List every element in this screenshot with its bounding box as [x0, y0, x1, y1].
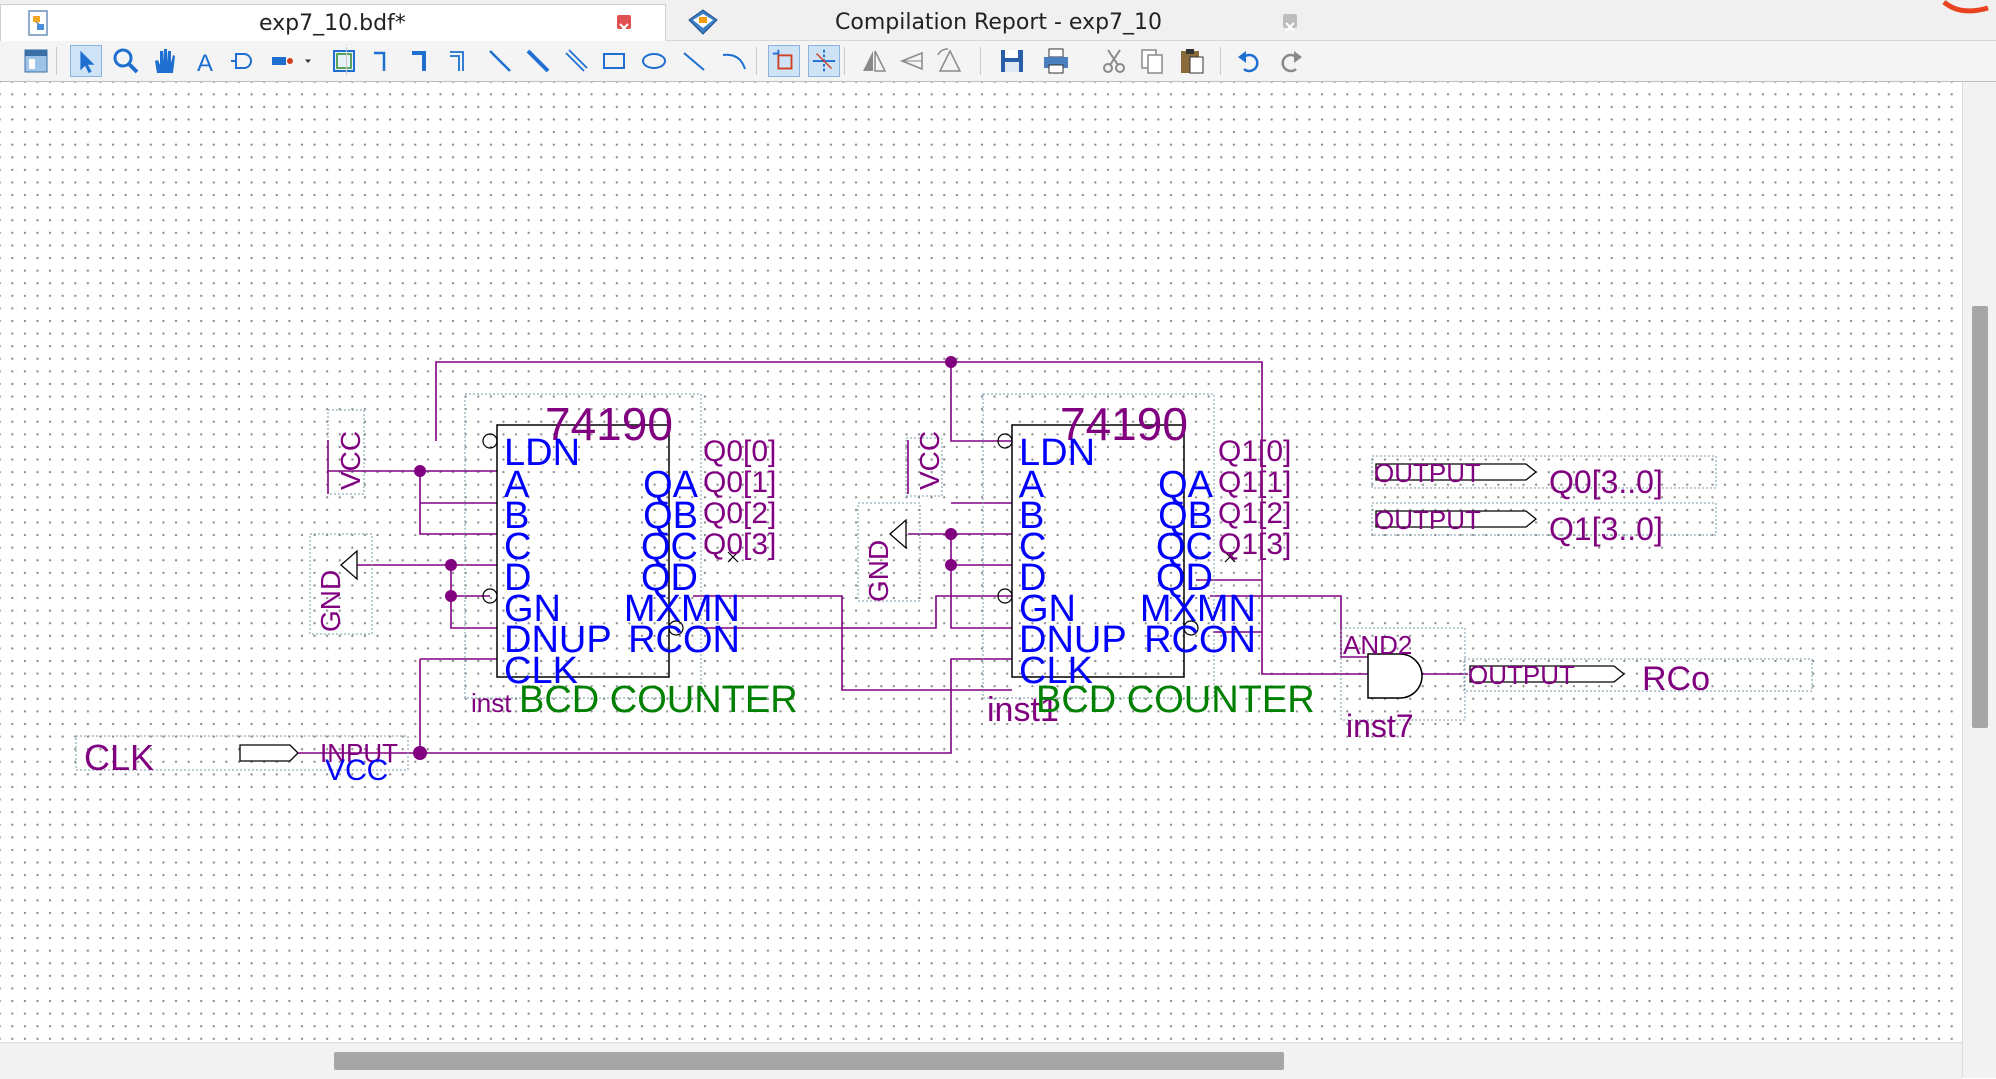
left-pins: LDN A B C D GN DNUP CLK — [1019, 432, 1127, 692]
tab-compilation-report[interactable]: Compilation Report - exp7_10 — [665, 4, 1327, 40]
toolbar-separator — [346, 47, 347, 75]
rotate-icon[interactable] — [934, 45, 966, 77]
line-tool-icon[interactable] — [678, 45, 710, 77]
schematic-drawing: 74190 LDN A B C D GN DNUP CLK QA QB QC Q… — [75, 356, 1813, 787]
left-pins: LDN A B C D GN DNUP CLK — [504, 432, 612, 692]
tab-exp7-bdf[interactable]: exp7_10.bdf* — [0, 4, 666, 41]
toolbar-separator — [844, 47, 845, 75]
horizontal-scrollbar[interactable] — [0, 1042, 1962, 1079]
save-icon[interactable] — [996, 45, 1028, 77]
vcc-label: VCC — [914, 431, 945, 490]
toolbar-separator — [56, 47, 57, 75]
output-pin-q1[interactable]: OUTPUT Q1[3..0] — [1371, 502, 1717, 547]
pin-tool-icon[interactable] — [266, 45, 298, 77]
orthogonal-conduit-tool-icon[interactable] — [444, 45, 476, 77]
text-tool-icon[interactable]: A — [190, 45, 222, 77]
gnd-symbol-left[interactable]: GND — [309, 533, 373, 635]
block-tool-icon[interactable] — [328, 45, 360, 77]
bcd-counter-inst[interactable]: 74190 LDN A B C D GN DNUP CLK QA QB QC Q… — [464, 393, 798, 721]
svg-text:A: A — [197, 50, 213, 77]
oval-tool-icon[interactable] — [638, 45, 670, 77]
toolbar-separator — [1220, 47, 1221, 75]
net-label: Q1[2] — [1218, 497, 1291, 530]
vcc-label: VCC — [335, 431, 366, 490]
redo-icon[interactable] — [1274, 45, 1306, 77]
vcc-symbol-left[interactable]: VCC — [327, 409, 420, 495]
vertical-scroll-thumb[interactable] — [1972, 306, 1988, 728]
copy-icon[interactable] — [1136, 45, 1168, 77]
output-net-labels: Q1[0] Q1[1] Q1[2] Q1[3] — [1218, 435, 1291, 561]
block-title: BCD COUNTER — [1036, 679, 1315, 721]
pin-name: RCo — [1642, 660, 1710, 698]
hand-tool-icon[interactable] — [148, 45, 180, 77]
tab-bar: exp7_10.bdf* Compilation Report - exp7_1… — [0, 0, 1996, 41]
dropdown-arrow-icon[interactable] — [300, 45, 316, 77]
vertical-scrollbar[interactable] — [1962, 82, 1996, 1078]
net-label: Q1[1] — [1218, 466, 1291, 499]
output-net-labels: Q0[0] Q0[1] Q0[2] Q0[3] — [703, 435, 776, 561]
pin-label: RCON — [1144, 619, 1256, 661]
toolbar-separator — [756, 47, 757, 75]
vcc-symbol-right[interactable]: VCC — [905, 431, 945, 497]
horizontal-scroll-thumb[interactable] — [334, 1052, 1284, 1070]
pin-type: OUTPUT — [1468, 660, 1575, 690]
net-label: Q0[2] — [703, 497, 776, 530]
tab-label: Compilation Report - exp7_10 — [835, 10, 1163, 35]
bcd-counter-inst1[interactable]: 74190 LDN A B C D GN DNUP CLK QA QB QC Q… — [982, 393, 1315, 729]
app-logo-icon — [1942, 0, 1989, 14]
pin-type: OUTPUT — [1374, 458, 1481, 488]
zoom-tool-icon[interactable] — [110, 45, 142, 77]
instance-name: inst7 — [1346, 708, 1414, 744]
print-icon[interactable] — [1040, 45, 1072, 77]
pin-type: OUTPUT — [1374, 505, 1481, 535]
pin-name: Q0[3..0] — [1549, 464, 1663, 500]
net-label: Q0[0] — [703, 435, 776, 468]
block-diagram-file-icon — [25, 9, 53, 37]
net-label: Q0[3] — [703, 528, 776, 561]
net-label: Q0[1] — [703, 466, 776, 499]
input-pin-clk[interactable]: CLK INPUT VCC — [75, 735, 409, 787]
pin-name: Q1[3..0] — [1549, 511, 1663, 547]
diagonal-conduit-tool-icon[interactable] — [560, 45, 592, 77]
orthogonal-bus-tool-icon[interactable] — [406, 45, 438, 77]
compilation-report-icon — [687, 8, 718, 36]
output-pin-rco[interactable]: OUTPUT RCo — [1463, 658, 1813, 698]
gate-type: AND2 — [1343, 630, 1412, 660]
pin-name: CLK — [84, 737, 154, 778]
and-gate-inst7[interactable]: AND2 inst7 — [1340, 627, 1466, 744]
cut-icon[interactable] — [1098, 45, 1130, 77]
undo-icon[interactable] — [1234, 45, 1266, 77]
close-tab-icon[interactable] — [617, 15, 631, 33]
arc-tool-icon[interactable] — [718, 45, 750, 77]
block-editor-toolbar: A — [0, 41, 1996, 82]
rubberbanding-icon[interactable] — [768, 45, 800, 77]
net-label: Q1[0] — [1218, 435, 1291, 468]
rectangle-tool-icon[interactable] — [598, 45, 630, 77]
pin-default: VCC — [325, 754, 388, 787]
flip-vertical-icon[interactable] — [896, 45, 928, 77]
diagonal-bus-tool-icon[interactable] — [522, 45, 554, 77]
tab-label: exp7_10.bdf* — [259, 11, 406, 36]
gnd-label: GND — [863, 540, 894, 602]
gnd-symbol-right[interactable]: GND — [857, 502, 921, 602]
diagonal-node-tool-icon[interactable] — [484, 45, 516, 77]
net-label: Q1[3] — [1218, 528, 1291, 561]
toolbar-icon[interactable] — [20, 45, 52, 77]
selection-tool-icon[interactable] — [70, 45, 102, 77]
paste-icon[interactable] — [1176, 45, 1208, 77]
orthogonal-node-tool-icon[interactable] — [368, 45, 400, 77]
close-tab-icon[interactable] — [1283, 14, 1297, 32]
gnd-label: GND — [315, 570, 346, 632]
block-title: BCD COUNTER — [519, 679, 798, 721]
output-pin-q0[interactable]: OUTPUT Q0[3..0] — [1371, 455, 1717, 500]
flip-horizontal-icon[interactable] — [858, 45, 890, 77]
symbol-tool-icon[interactable] — [228, 45, 260, 77]
pin-label: RCON — [628, 619, 740, 661]
instance-name: inst — [471, 688, 512, 718]
toolbar-separator — [980, 47, 981, 75]
partial-line-selection-icon[interactable] — [808, 45, 840, 77]
schematic-canvas[interactable]: 74190 LDN A B C D GN DNUP CLK QA QB QC Q… — [0, 82, 1962, 1042]
